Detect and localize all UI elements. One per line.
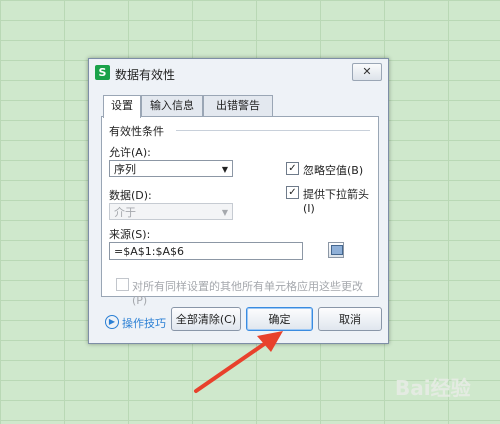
close-icon: ✕	[362, 65, 372, 78]
chevron-down-icon: ▼	[221, 165, 228, 174]
ignore-blank-checkbox[interactable]: ✓	[286, 162, 299, 175]
data-label: 数据(D):	[109, 189, 152, 202]
settings-panel: 有效性条件 允许(A): 序列 ▼ 数据(D): 介于 ▼ ✓ 忽略空值(B) …	[101, 116, 379, 307]
range-picker-icon	[331, 245, 343, 255]
allow-select[interactable]: 序列 ▼	[109, 160, 233, 177]
ok-button[interactable]: 确定	[246, 307, 313, 331]
cancel-button[interactable]: 取消	[318, 307, 382, 331]
watermark-logo: Bai经验	[395, 376, 471, 400]
play-icon: ▶	[105, 315, 119, 329]
allow-select-value: 序列	[114, 163, 136, 176]
in-cell-dropdown-label: 提供下拉箭头(I)	[303, 188, 369, 215]
validation-criteria-heading: 有效性条件	[109, 125, 164, 138]
in-cell-dropdown-checkbox[interactable]: ✓	[286, 186, 299, 199]
apply-all-label: 对所有同样设置的其他所有单元格应用这些更改(P)	[132, 280, 363, 307]
close-button[interactable]: ✕	[352, 63, 382, 81]
data-select-value: 介于	[114, 206, 136, 219]
apply-all-checkbox[interactable]	[116, 278, 129, 291]
allow-label: 允许(A):	[109, 146, 151, 159]
source-label: 来源(S):	[109, 228, 151, 241]
data-validation-dialog: S 数据有效性 ✕ 设置 输入信息 出错警告 有效性条件 允许(A): 序列 ▼…	[88, 58, 389, 344]
chevron-down-icon: ▼	[221, 208, 228, 217]
operation-tips-link[interactable]: 操作技巧	[122, 315, 166, 331]
tab-settings[interactable]: 设置	[103, 95, 141, 118]
dialog-titlebar[interactable]: S 数据有效性 ✕	[89, 59, 388, 87]
wps-app-icon: S	[95, 65, 110, 80]
dialog-title: 数据有效性	[115, 68, 176, 82]
range-picker-button[interactable]	[328, 242, 344, 258]
source-input[interactable]: =$A$1:$A$6	[109, 242, 303, 260]
ignore-blank-label: 忽略空值(B)	[303, 164, 364, 177]
data-select[interactable]: 介于 ▼	[109, 203, 233, 220]
tab-error-alert[interactable]: 出错警告	[203, 95, 273, 116]
clear-all-button[interactable]: 全部清除(C)	[171, 307, 241, 331]
tab-input-message[interactable]: 输入信息	[141, 95, 203, 116]
group-divider	[176, 130, 370, 131]
